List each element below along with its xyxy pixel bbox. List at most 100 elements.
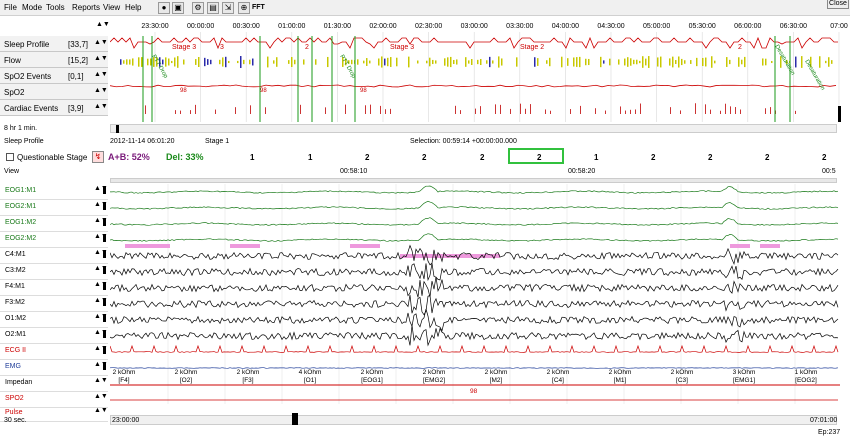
channel-bar[interactable]: [103, 234, 106, 242]
pdf-icon[interactable]: ▣: [172, 2, 184, 14]
impedance-lead: [C4]: [552, 377, 564, 384]
channel-bar[interactable]: [103, 218, 106, 226]
flow-bar: [228, 60, 230, 64]
menu-help[interactable]: Help: [125, 3, 141, 12]
channel-bar[interactable]: [103, 266, 106, 274]
channel-bar[interactable]: [103, 250, 106, 258]
impedance-lead: [O2]: [180, 377, 192, 384]
overview-time-label: 01:00:00: [278, 23, 305, 30]
flow-bar: [138, 57, 140, 67]
flow-bar: [741, 59, 743, 65]
menu-file[interactable]: File: [4, 3, 17, 12]
channel-bar[interactable]: [103, 330, 106, 338]
overview-time-label: 06:00:00: [734, 23, 761, 30]
questionable-checkbox[interactable]: [6, 153, 14, 161]
hypnogram-icon[interactable]: ↯: [92, 151, 104, 163]
channel-bar[interactable]: [103, 298, 106, 306]
overview-scrollbar[interactable]: [110, 124, 837, 133]
channel-f4-m1[interactable]: F4:M1 ▲▼: [0, 280, 108, 296]
channel-arrows[interactable]: ▲▼: [94, 407, 108, 414]
overview-scroll-arrows[interactable]: ▲▼: [96, 21, 110, 28]
export-icon[interactable]: ⇲: [222, 2, 234, 14]
flow-bar: [771, 60, 773, 64]
row-label: Flow: [4, 56, 21, 65]
view-timebar: View 00:58:10 00:58:20 00:5: [0, 166, 850, 184]
menu-mode[interactable]: Mode: [22, 3, 42, 12]
channel-ecg-ii[interactable]: ECG II ▲▼: [0, 344, 108, 360]
view-scrollbar[interactable]: [110, 178, 837, 183]
channel-bar[interactable]: [103, 346, 106, 354]
row-arrows[interactable]: ▲▼: [94, 55, 108, 62]
impedance-lead: [C3]: [676, 377, 688, 384]
channel-bar[interactable]: [103, 282, 106, 290]
menu-reports[interactable]: Reports: [72, 3, 100, 12]
epoch-stage-4[interactable]: 2: [480, 153, 484, 162]
epoch-stage-2[interactable]: 2: [365, 153, 369, 162]
channel-emg[interactable]: EMG ▲▼: [0, 360, 108, 376]
impedance-value: 2 kOhm: [423, 369, 446, 376]
channel-label: ECG II: [5, 347, 27, 354]
filter-icon[interactable]: ⚙: [192, 2, 204, 14]
epoch-stage-0[interactable]: 1: [250, 153, 254, 162]
channel-o1-m2[interactable]: O1:M2 ▲▼: [0, 312, 108, 328]
channel-label: C4:M1: [5, 251, 26, 258]
channel-arrows[interactable]: ▲▼: [94, 377, 108, 384]
channel-bar[interactable]: [103, 202, 106, 210]
overview-graph[interactable]: 23:30:00 00:00:00 00:30:00 01:00:00 01:30:00…: [110, 16, 850, 122]
flow-bar: [150, 58, 152, 66]
channel-bar[interactable]: [103, 362, 106, 370]
fft-button[interactable]: FFT: [252, 4, 265, 11]
monitor-icon[interactable]: ▤: [207, 2, 219, 14]
flow-bar: [498, 56, 500, 68]
flow-bar: [222, 57, 224, 67]
epoch-stage-6[interactable]: 1: [594, 153, 598, 162]
epoch-stage-10[interactable]: 2: [822, 153, 826, 162]
flow-bar: [492, 60, 494, 64]
channel-o2-m1[interactable]: O2:M1 ▲▼: [0, 328, 108, 344]
overview-row-flow: Flow [15,2] ▲▼: [0, 52, 108, 68]
bottom-scrollbar[interactable]: [110, 415, 837, 425]
flow-bar: [471, 59, 473, 65]
flow-bar: [465, 57, 467, 67]
flow-bar: [765, 58, 767, 66]
epoch-stage-8[interactable]: 2: [708, 153, 712, 162]
window-length[interactable]: 30 sec.: [4, 417, 27, 424]
channel-eog2-m2[interactable]: EOG2:M2 ▲▼: [0, 232, 108, 248]
epoch-stage-1[interactable]: 1: [308, 153, 312, 162]
overview-time-label: 23:30:00: [141, 23, 168, 30]
globe-icon[interactable]: ⊕: [238, 2, 250, 14]
flow-bar: [711, 56, 713, 68]
row-arrows[interactable]: ▲▼: [94, 39, 108, 46]
channel-c3-m2[interactable]: C3:M2 ▲▼: [0, 264, 108, 280]
record-icon[interactable]: ●: [158, 2, 170, 14]
channel-bar[interactable]: [103, 314, 106, 322]
channel-eog1-m1[interactable]: EOG1:M1 ▲▼: [0, 184, 108, 200]
channel-arrows[interactable]: ▲▼: [94, 393, 108, 400]
channel-f3-m2[interactable]: F3:M2 ▲▼: [0, 296, 108, 312]
flow-bar: [738, 57, 740, 67]
channel-eog2-m1[interactable]: EOG2:M1 ▲▼: [0, 200, 108, 216]
row-arrows[interactable]: ▲▼: [94, 71, 108, 78]
overview-scroll-thumb[interactable]: [116, 125, 119, 133]
flow-bar: [384, 58, 386, 66]
row-arrows[interactable]: ▲▼: [94, 87, 108, 94]
epoch-stage-9[interactable]: 2: [765, 153, 769, 162]
row-arrows[interactable]: ▲▼: [94, 103, 108, 110]
current-epoch-box[interactable]: [508, 148, 564, 164]
channel-panel: EOG1:M1 ▲▼ EOG2:M1 ▲▼ EOG1:M2 ▲▼ EOG2:M2 ▲▼ C4:M…: [0, 184, 850, 422]
channel-bar[interactable]: [103, 186, 106, 194]
view-label: View: [4, 168, 20, 175]
menu-bar: File Mode Tools Reports View Help Close ● ▣ ⚙ ▤ ⇲ ⊕ F…: [0, 0, 850, 16]
menu-view[interactable]: View: [103, 3, 120, 12]
channel-impedan[interactable]: Impedan ▲▼: [0, 376, 108, 392]
channel-eog1-m2[interactable]: EOG1:M2 ▲▼: [0, 216, 108, 232]
flow-bar: [567, 58, 569, 66]
close-button[interactable]: Close: [827, 0, 849, 9]
channel-traces[interactable]: 2 kOhm[F4]2 kOhm[O2]2 kOhm[F3]4 kOhm[O1]…: [110, 184, 850, 404]
channel-c4-m1[interactable]: C4:M1 ▲▼: [0, 248, 108, 264]
menu-tools[interactable]: Tools: [46, 3, 65, 12]
impedance-lead: [F4]: [118, 377, 129, 384]
bottom-scroll-thumb[interactable]: [292, 413, 298, 425]
epoch-stage-3[interactable]: 2: [422, 153, 426, 162]
epoch-stage-7[interactable]: 2: [651, 153, 655, 162]
